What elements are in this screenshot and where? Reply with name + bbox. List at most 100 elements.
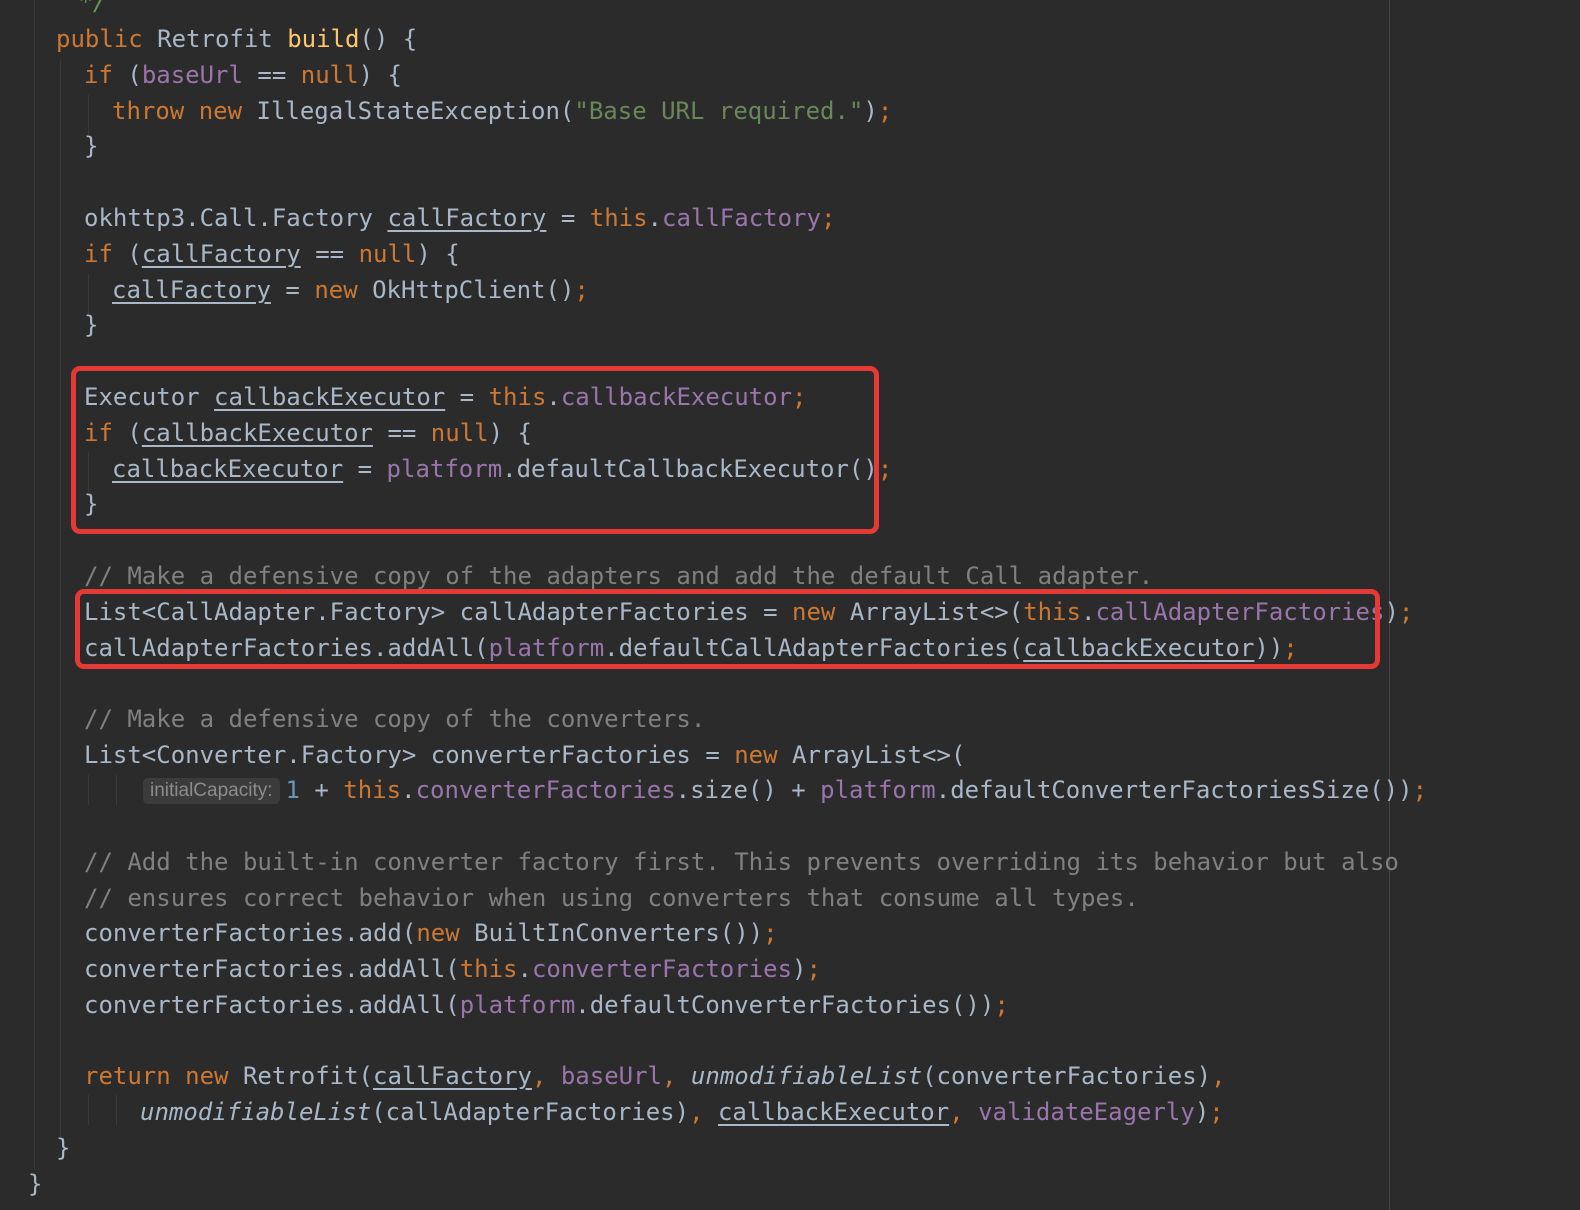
code-token: this xyxy=(488,383,547,411)
code-token: == xyxy=(242,61,301,89)
code-token: } xyxy=(84,311,99,339)
code-line[interactable]: Executor callbackExecutor = this.callbac… xyxy=(84,379,806,415)
code-line[interactable]: converterFactories.addAll(this.converter… xyxy=(84,951,821,987)
code-line[interactable]: */ xyxy=(64,0,107,20)
code-line[interactable]: // Make a defensive copy of the converte… xyxy=(84,701,705,737)
code-token: new xyxy=(734,741,793,769)
code-token: , xyxy=(689,1098,718,1126)
code-token: .defaultConverterFactoriesSize()) xyxy=(935,776,1413,804)
indent-guide xyxy=(88,1095,89,1125)
code-token: // Make a defensive copy of the adapters… xyxy=(84,562,1154,590)
code-token: (callAdapterFactories) xyxy=(371,1098,690,1126)
code-editor[interactable]: */ public Retrofit build() {if (baseUrl =… xyxy=(0,0,1580,1210)
code-line[interactable]: unmodifiableList(callAdapterFactories), … xyxy=(140,1094,1224,1130)
code-token: callbackExecutor xyxy=(214,383,446,411)
code-token: callbackExecutor xyxy=(141,419,373,447)
code-token: ; xyxy=(994,991,1009,1019)
code-token: okhttp3.Call.Factory xyxy=(84,204,388,232)
code-token: 1 xyxy=(285,776,300,804)
code-line[interactable]: // Add the built-in converter factory fi… xyxy=(84,844,1399,880)
code-line[interactable]: } xyxy=(84,128,98,164)
code-token: callFactory xyxy=(662,204,821,232)
code-line[interactable]: public Retrofit build() { xyxy=(56,21,417,57)
code-token: ; xyxy=(1209,1098,1224,1126)
parameter-hint: initialCapacity: xyxy=(143,778,280,804)
code-token: . xyxy=(517,955,532,983)
code-line[interactable]: throw new IllegalStateException("Base UR… xyxy=(112,93,892,129)
code-token: callbackExecutor xyxy=(1023,634,1255,662)
indent-guide xyxy=(60,60,61,1140)
code-token: ; xyxy=(1412,776,1428,804)
code-line[interactable]: if (callbackExecutor == null) { xyxy=(84,415,532,451)
code-token: } xyxy=(84,490,99,518)
code-line[interactable]: initialCapacity: 1 + this.converterFactor… xyxy=(143,772,1427,808)
code-line[interactable]: callbackExecutor = platform.defaultCallb… xyxy=(112,451,892,487)
code-line[interactable]: } xyxy=(28,1166,42,1202)
code-token: ArrayList<>( xyxy=(849,598,1024,626)
code-line[interactable]: callAdapterFactories.addAll(platform.def… xyxy=(84,630,1298,666)
code-line[interactable]: } xyxy=(56,1130,70,1166)
code-token: Executor xyxy=(84,383,215,411)
code-token: List<CallAdapter.Factory> callAdapterFac… xyxy=(84,598,793,626)
code-token: ; xyxy=(820,204,836,232)
code-token: // ensures correct behavior when using c… xyxy=(84,884,1139,912)
code-token: ; xyxy=(877,455,893,483)
code-line[interactable]: // ensures correct behavior when using c… xyxy=(84,880,1139,916)
code-line[interactable]: if (callFactory == null) { xyxy=(84,236,460,272)
code-token: callAdapterFactories xyxy=(1095,598,1385,626)
code-line[interactable]: if (baseUrl == null) { xyxy=(84,57,402,93)
code-token: ( xyxy=(127,61,142,89)
code-token: } xyxy=(56,1134,71,1162)
indent-guide xyxy=(116,1095,117,1125)
code-token: . xyxy=(401,776,416,804)
code-token: converterFactories xyxy=(415,776,676,804)
code-token: callFactory xyxy=(112,276,271,304)
code-line[interactable]: okhttp3.Call.Factory callFactory = this.… xyxy=(84,200,835,236)
code-token: callbackExecutor xyxy=(717,1098,950,1126)
code-token: + xyxy=(299,776,344,804)
code-token: unmodifiableList xyxy=(690,1062,923,1090)
code-token: .defaultConverterFactories()) xyxy=(575,991,995,1019)
code-token: this xyxy=(1023,598,1081,626)
code-token: ; xyxy=(792,383,807,411)
code-token: = xyxy=(343,455,387,483)
code-line[interactable]: List<CallAdapter.Factory> callAdapterFac… xyxy=(84,594,1413,630)
code-token: , xyxy=(949,1098,979,1126)
code-line[interactable]: callFactory = new OkHttpClient(); xyxy=(112,272,589,308)
code-token: ) xyxy=(863,97,878,125)
code-line[interactable]: converterFactories.add(new BuiltInConver… xyxy=(84,915,778,951)
code-token: } xyxy=(28,1170,43,1198)
code-token: () { xyxy=(359,25,418,53)
code-token: this xyxy=(459,955,518,983)
code-line[interactable]: converterFactories.addAll(platform.defau… xyxy=(84,987,1009,1023)
code-token: == xyxy=(300,240,359,268)
code-token: ) { xyxy=(358,61,402,89)
code-token: .defaultCallAdapterFactories( xyxy=(604,634,1024,662)
code-token: ; xyxy=(1398,598,1414,626)
code-token: new xyxy=(792,598,850,626)
code-line[interactable]: } xyxy=(84,486,98,522)
code-token: callFactory xyxy=(141,240,301,268)
code-token: ) xyxy=(792,955,807,983)
code-token: return new xyxy=(84,1062,243,1090)
code-token: ( xyxy=(127,240,142,268)
code-token: = xyxy=(546,204,590,232)
code-token: platform xyxy=(488,634,605,662)
indent-guide xyxy=(116,775,117,805)
code-line[interactable]: // Make a defensive copy of the adapters… xyxy=(84,558,1153,594)
code-token: // Add the built-in converter factory fi… xyxy=(84,848,1399,876)
code-line[interactable]: return new Retrofit(callFactory, baseUrl… xyxy=(84,1058,1226,1094)
code-token: (converterFactories) xyxy=(922,1062,1212,1090)
code-token: */ xyxy=(64,0,108,16)
code-token: Retrofit xyxy=(157,25,288,53)
code-token: . xyxy=(546,383,561,411)
code-token: ; xyxy=(763,919,778,947)
code-token: . xyxy=(647,204,662,232)
code-token: platform xyxy=(386,455,503,483)
code-line[interactable]: } xyxy=(84,307,98,343)
code-token: new xyxy=(416,919,475,947)
code-line[interactable]: List<Converter.Factory> converterFactori… xyxy=(84,737,965,773)
code-token: List<Converter.Factory> converterFactori… xyxy=(84,741,735,769)
code-token: , xyxy=(662,1062,691,1090)
code-token: public xyxy=(56,25,158,53)
